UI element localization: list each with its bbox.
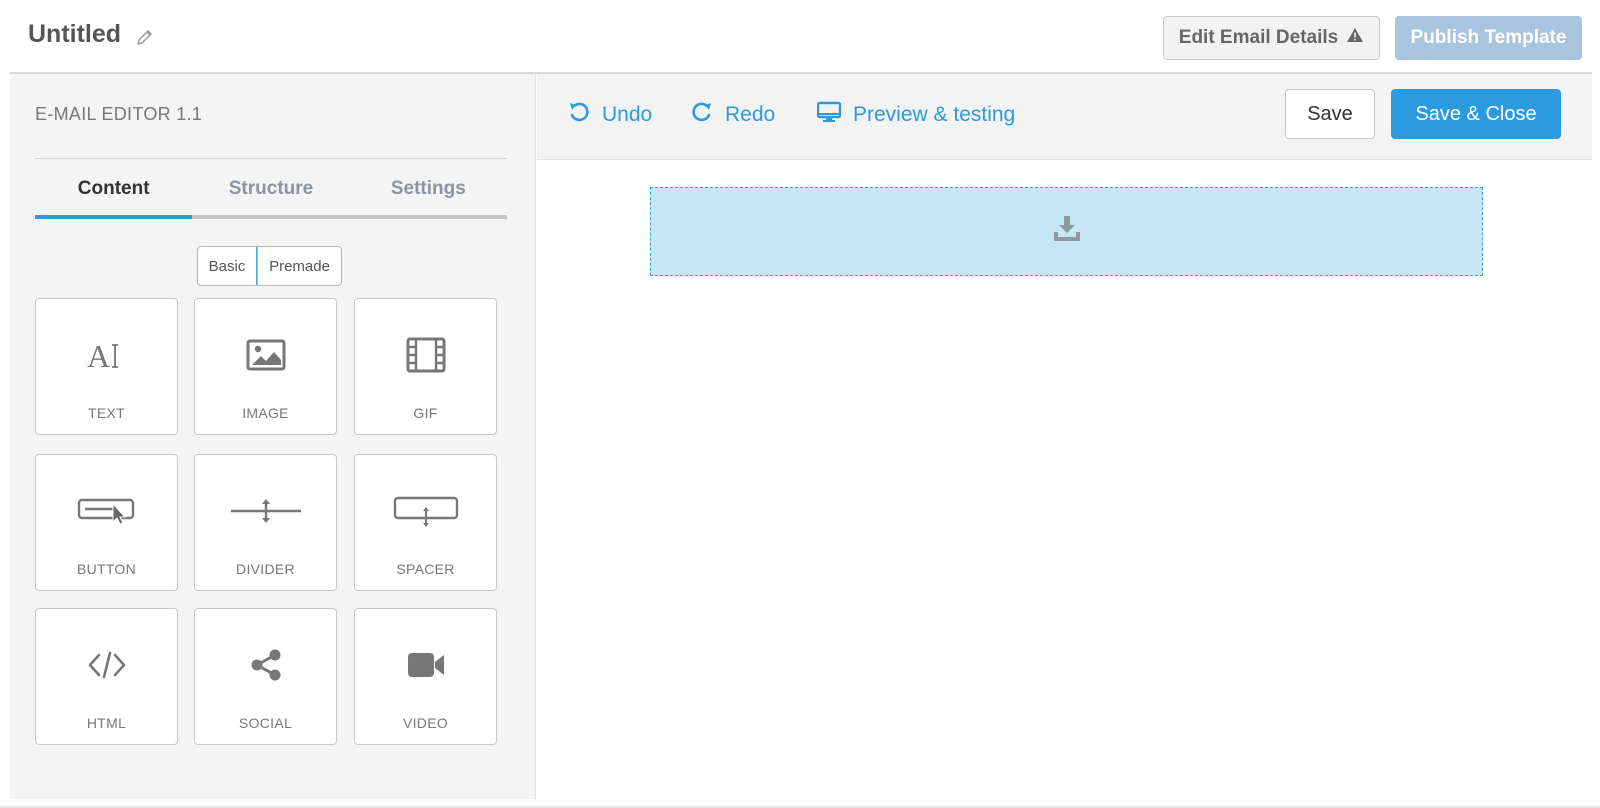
code-icon [36, 643, 177, 687]
pencil-icon[interactable] [135, 25, 155, 45]
undo-label: Undo [602, 103, 653, 126]
document-title[interactable]: Untitled [28, 20, 121, 49]
warning-icon [1346, 27, 1364, 49]
share-icon [195, 643, 336, 687]
block-gif[interactable]: GIF [354, 298, 497, 435]
block-label: HTML [86, 715, 127, 731]
svg-text:A: A [87, 338, 110, 373]
block-label: TEXT [88, 405, 125, 421]
block-image[interactable]: IMAGE [194, 298, 337, 435]
save-button[interactable]: Save [1285, 89, 1375, 139]
content-drop-zone[interactable] [650, 187, 1483, 276]
block-button[interactable]: BUTTON [35, 454, 178, 591]
block-html[interactable]: HTML [35, 608, 178, 745]
block-label: DIVIDER [236, 561, 295, 577]
editor-version-label: E-MAIL EDITOR 1.1 [35, 104, 203, 124]
block-label: VIDEO [402, 715, 449, 731]
edit-email-details-button[interactable]: Edit Email Details [1163, 16, 1380, 60]
undo-icon [568, 101, 590, 129]
editor-toolbar: Undo Redo Preview & testing Save Save & … [537, 74, 1592, 160]
spacer-icon [355, 489, 496, 533]
film-icon [355, 333, 496, 377]
active-tab-indicator [35, 215, 192, 219]
block-label: IMAGE [242, 405, 289, 421]
block-social[interactable]: SOCIAL [194, 608, 337, 745]
block-text[interactable]: A TEXT [35, 298, 178, 435]
redo-icon [691, 101, 713, 129]
premade-toggle[interactable]: Premade [257, 247, 341, 285]
save-and-close-button[interactable]: Save & Close [1391, 89, 1561, 139]
image-icon [195, 333, 336, 377]
video-icon [355, 643, 496, 687]
undo-button[interactable]: Undo [568, 101, 652, 129]
block-divider[interactable]: DIVIDER [194, 454, 337, 591]
download-icon [1052, 215, 1082, 248]
redo-label: Redo [725, 103, 776, 126]
divider-icon [195, 489, 336, 533]
block-label: SOCIAL [238, 715, 293, 731]
block-label: SPACER [396, 561, 455, 577]
monitor-icon [816, 101, 842, 129]
document-title-container: Untitled [28, 20, 155, 49]
publish-template-button[interactable]: Publish Template [1395, 16, 1582, 60]
text-icon: A [36, 333, 177, 377]
tab-settings[interactable]: Settings [350, 159, 507, 219]
tab-structure[interactable]: Structure [192, 159, 349, 219]
button-icon [36, 489, 177, 533]
block-label: GIF [413, 405, 438, 421]
app-header: Untitled Edit Email Details Publish Temp… [0, 0, 1600, 72]
basic-toggle[interactable]: Basic [198, 247, 257, 285]
redo-button[interactable]: Redo [691, 101, 775, 129]
block-type-toggle: Basic Premade [197, 246, 342, 286]
block-spacer[interactable]: SPACER [354, 454, 497, 591]
email-canvas [537, 160, 1592, 799]
preview-testing-button[interactable]: Preview & testing [816, 101, 1016, 129]
preview-testing-label: Preview & testing [853, 103, 1016, 126]
block-label: BUTTON [76, 561, 137, 577]
sidebar-tabs: Content Structure Settings [35, 159, 507, 219]
block-video[interactable]: VIDEO [354, 608, 497, 745]
tab-content[interactable]: Content [35, 159, 192, 219]
edit-email-details-label: Edit Email Details [1178, 27, 1339, 48]
editor-sidebar: E-MAIL EDITOR 1.1 Content Structure Sett… [10, 74, 536, 799]
